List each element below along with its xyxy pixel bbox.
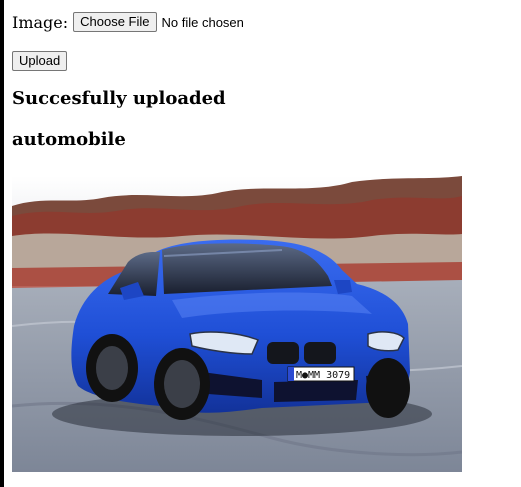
page-left-border (0, 0, 4, 487)
upload-status-heading: Succesfully uploaded (12, 88, 226, 109)
file-input-row: Image: Choose File No file chosen (12, 12, 244, 32)
car-photo: M●MM 3079 (12, 176, 462, 472)
choose-file-button[interactable]: Choose File (73, 12, 157, 32)
file-chosen-status: No file chosen (161, 14, 244, 30)
uploaded-image: M●MM 3079 (12, 176, 462, 472)
image-field-label: Image: (12, 12, 69, 32)
license-plate: M●MM 3079 (296, 370, 350, 381)
predicted-class-heading: automobile (12, 129, 126, 150)
upload-button[interactable]: Upload (12, 51, 68, 71)
